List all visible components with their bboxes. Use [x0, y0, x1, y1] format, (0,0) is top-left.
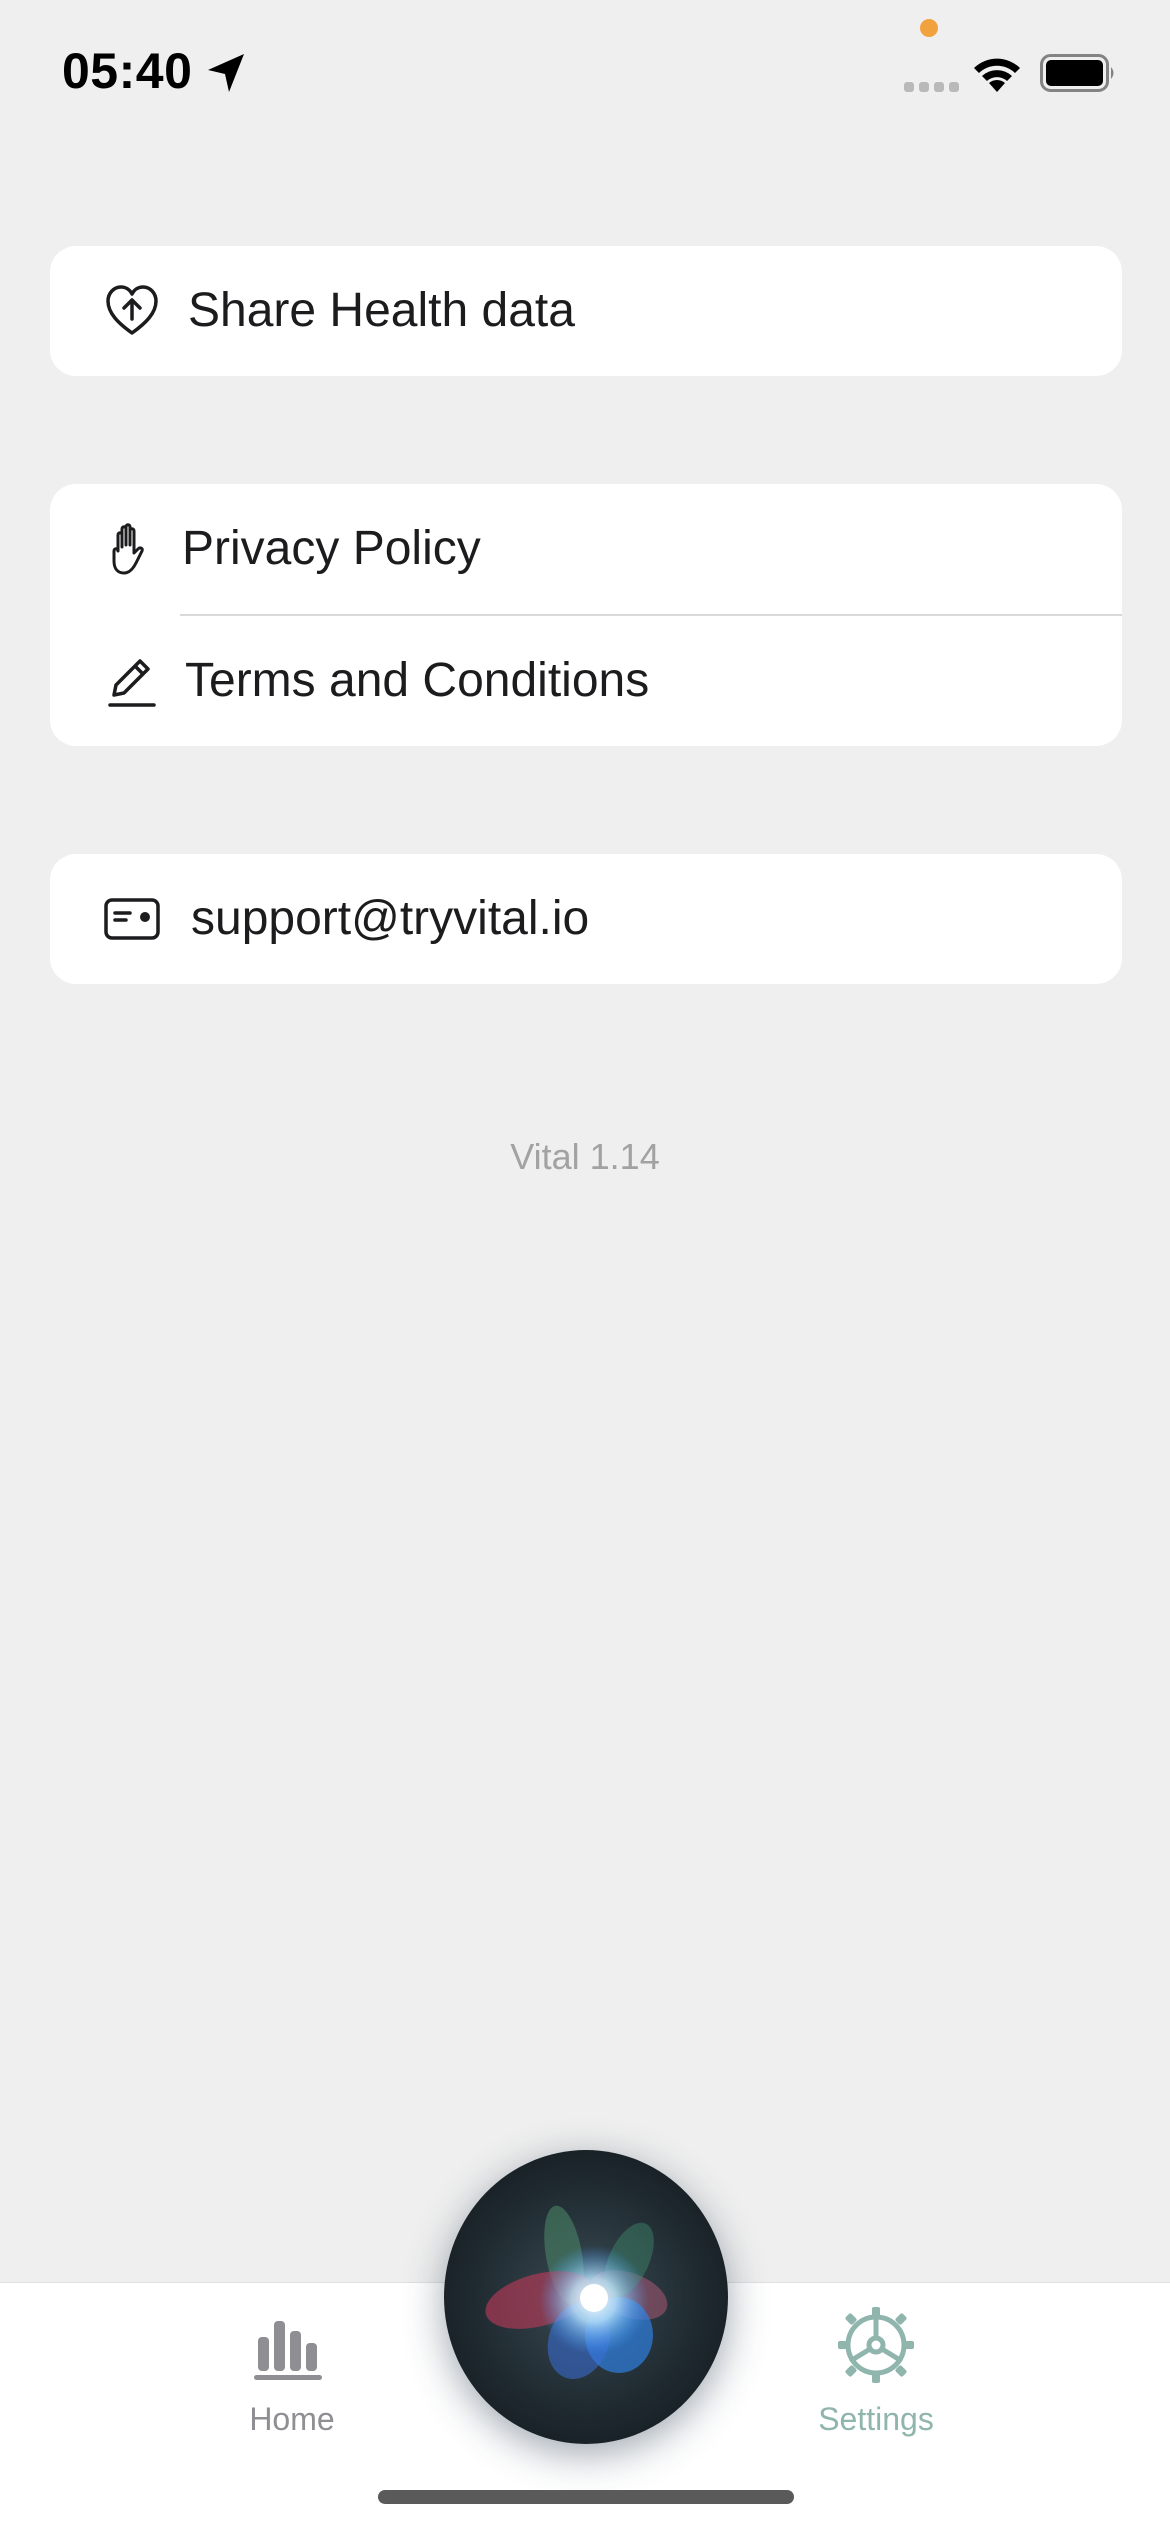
heart-upload-icon	[106, 285, 158, 335]
pencil-icon	[108, 659, 156, 707]
share-health-data-label: Share Health data	[188, 284, 575, 337]
home-indicator	[378, 2490, 794, 2504]
tab-settings-label: Settings	[818, 2401, 934, 2437]
support-email-label: support@tryvital.io	[191, 892, 590, 945]
app-version: Vital 1.14	[510, 1136, 660, 1177]
siri-orb[interactable]	[444, 2150, 728, 2444]
support-card: support@tryvital.io	[50, 854, 1122, 984]
location-arrow-icon	[208, 54, 244, 92]
privacy-indicator-dot	[920, 19, 938, 37]
id-card-icon	[104, 898, 160, 940]
support-email-row[interactable]: support@tryvital.io	[50, 854, 1122, 984]
status-bar: 05:40	[0, 0, 1170, 150]
privacy-policy-row[interactable]: Privacy Policy	[50, 484, 1122, 614]
share-health-data-row[interactable]: Share Health data	[50, 246, 1122, 376]
hand-icon	[112, 523, 144, 575]
terms-and-conditions-row[interactable]: Terms and Conditions	[50, 616, 1122, 746]
tab-home-label: Home	[249, 2401, 335, 2437]
health-card: Share Health data	[50, 246, 1122, 376]
cellular-signal-icon	[904, 82, 959, 92]
bar-chart-icon	[254, 2321, 322, 2380]
gear-icon	[838, 2307, 914, 2383]
wifi-icon	[974, 58, 1020, 92]
tab-home[interactable]: Home	[172, 2303, 412, 2453]
tab-settings[interactable]: Settings	[756, 2303, 996, 2453]
legal-card: Privacy Policy Terms and Conditions	[50, 484, 1122, 746]
privacy-policy-label: Privacy Policy	[182, 522, 481, 575]
terms-and-conditions-label: Terms and Conditions	[185, 654, 650, 707]
status-time: 05:40	[62, 43, 193, 99]
siri-swirl-icon	[485, 2205, 668, 2379]
battery-icon	[1040, 54, 1114, 92]
